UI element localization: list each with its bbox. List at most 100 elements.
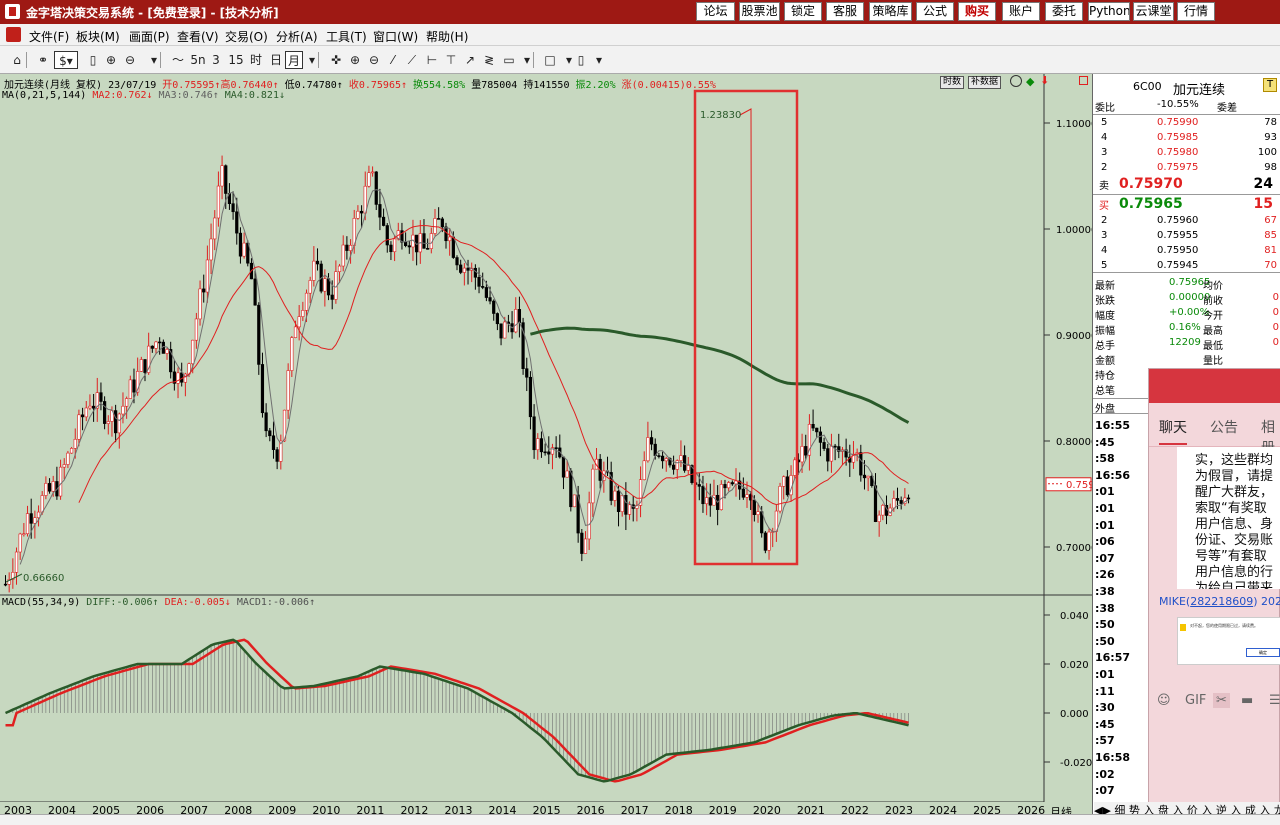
currency-icon[interactable]: $▾ bbox=[54, 51, 78, 69]
line-icon[interactable]: 〜 bbox=[169, 51, 187, 69]
tick-time: :07 bbox=[1095, 551, 1115, 565]
stat-label: 总笔 bbox=[1095, 386, 1115, 397]
macd-tick-label: 0.040 bbox=[1060, 611, 1089, 622]
chart-area[interactable]: 1.200001.100001.000000.900000.800000.700… bbox=[0, 74, 1092, 802]
magnify-minus-icon[interactable]: ⊖ bbox=[365, 51, 383, 69]
menu-item-0[interactable]: 文件(F) bbox=[29, 28, 69, 45]
tick-time: :50 bbox=[1095, 618, 1115, 632]
menu-item-4[interactable]: 交易(O) bbox=[225, 28, 268, 45]
stat-value-2: 0 bbox=[1272, 337, 1279, 348]
title-button-6[interactable]: 购买 bbox=[958, 2, 996, 21]
tick-time: 16:58 bbox=[1095, 751, 1131, 764]
title-button-8[interactable]: 委托 bbox=[1045, 2, 1083, 21]
title-button-2[interactable]: 锁定 bbox=[784, 2, 822, 21]
buy-volume: 15 bbox=[1253, 196, 1273, 212]
infobar-part: 涨(0.00415)0.55% bbox=[615, 80, 716, 91]
menu-item-3[interactable]: 查看(V) bbox=[177, 28, 219, 45]
scissors-icon[interactable]: ✂ bbox=[1213, 693, 1230, 708]
title-button-5[interactable]: 公式 bbox=[916, 2, 954, 21]
ask-price: 0.75980 bbox=[1157, 147, 1199, 158]
stat-label: 总手 bbox=[1095, 341, 1115, 352]
ask-volume: 93 bbox=[1264, 132, 1277, 143]
mainlegend-part: MA3:0.746↑ bbox=[152, 90, 219, 101]
menu-item-5[interactable]: 分析(A) bbox=[276, 28, 318, 45]
menu-item-8[interactable]: 帮助(H) bbox=[426, 28, 468, 45]
menu-item-1[interactable]: 板块(M) bbox=[76, 28, 120, 45]
tick-time: :38 bbox=[1095, 585, 1115, 598]
buy-row: 买 0.75965 15 bbox=[1093, 196, 1280, 214]
tab-notice[interactable]: 公告 bbox=[1210, 417, 1238, 437]
low-label: 0.66660 bbox=[23, 573, 64, 584]
link-icon[interactable]: ⚭ bbox=[34, 51, 52, 69]
magnify-plus-icon[interactable]: ⊕ bbox=[346, 51, 364, 69]
title-button-7[interactable]: 账户 bbox=[1002, 2, 1040, 21]
macdlegend-part: MACD1:-0.006↑ bbox=[230, 597, 316, 608]
chat-panel[interactable]: 聊天 公告 相册 实，这些群均为假冒，请提醒广大群友，索取“有奖取用户信息、身份… bbox=[1148, 368, 1280, 808]
waipan-label: 外盘 bbox=[1095, 404, 1115, 415]
bid-volume: 81 bbox=[1264, 245, 1277, 256]
ray-tool-icon[interactable]: ⟋ bbox=[403, 51, 421, 69]
sender-id-link[interactable]: 282218609 bbox=[1190, 595, 1253, 608]
hline-tool-icon[interactable]: ⊢ bbox=[423, 51, 441, 69]
target-icon[interactable] bbox=[1010, 75, 1022, 87]
zoom-in-icon[interactable]: ⊕ bbox=[102, 51, 120, 69]
ask-level: 3 bbox=[1101, 147, 1108, 158]
sender-name: MIKE( bbox=[1159, 595, 1191, 608]
month-icon[interactable]: 月 bbox=[285, 51, 303, 69]
folder-icon[interactable]: ▬ bbox=[1241, 693, 1253, 708]
channel-tool-icon[interactable]: ≷ bbox=[480, 51, 498, 69]
menu-icon[interactable]: ☰ bbox=[1269, 693, 1280, 708]
macd-tick-label: -0.020 bbox=[1060, 758, 1092, 769]
zoom-out-icon[interactable]: ⊖ bbox=[121, 51, 139, 69]
add-green-icon[interactable]: ◆ bbox=[1026, 75, 1034, 88]
title-button-10[interactable]: 云课堂 bbox=[1133, 2, 1174, 21]
vline-tool-icon[interactable]: ⊤ bbox=[442, 51, 460, 69]
3-icon[interactable]: 3 bbox=[207, 51, 225, 69]
day-icon[interactable]: 日 bbox=[267, 51, 285, 69]
hour-icon[interactable]: 时 bbox=[247, 51, 265, 69]
title-button-11[interactable]: 行情 bbox=[1177, 2, 1215, 21]
chat-image[interactable]: 对不起，您的使用期限已过，请续费。 确定 bbox=[1177, 617, 1280, 665]
menu-item-2[interactable]: 画面(P) bbox=[129, 28, 170, 45]
5min-icon[interactable]: 5n bbox=[189, 51, 207, 69]
tick-time: :07 bbox=[1095, 784, 1115, 798]
title-button-4[interactable]: 策略库 bbox=[869, 2, 912, 21]
chat-header[interactable] bbox=[1149, 369, 1280, 403]
emoji-icon[interactable]: ☺ bbox=[1157, 693, 1171, 708]
home-icon[interactable]: ⌂ bbox=[8, 51, 26, 69]
menu-item-7[interactable]: 窗口(W) bbox=[373, 28, 418, 45]
title-button-1[interactable]: 股票池 bbox=[739, 2, 780, 21]
menu-item-6[interactable]: 工具(T) bbox=[326, 28, 367, 45]
ask-row: 2 0.75975 98 bbox=[1093, 161, 1280, 176]
15-icon[interactable]: 15 bbox=[227, 51, 245, 69]
title-button-9[interactable]: Python bbox=[1088, 2, 1130, 21]
arrow-tool-icon[interactable]: ↗ bbox=[461, 51, 479, 69]
text-tool-icon[interactable]: ▭ bbox=[500, 51, 518, 69]
arrow-down-red-icon[interactable]: ⬇ bbox=[1040, 74, 1049, 87]
line-tool-icon[interactable]: ⁄ bbox=[384, 51, 402, 69]
macd-legend: MACD(55,34,9) DIFF:-0.006↑ DEA:-0.005↓ M… bbox=[2, 597, 315, 608]
gif-icon[interactable]: GIF bbox=[1185, 693, 1206, 708]
tick-time: 16:57 bbox=[1095, 651, 1131, 665]
rect-tool-icon[interactable]: □ bbox=[541, 51, 559, 69]
chat-image-text: 对不起，您的使用期限已过，请续费。 bbox=[1190, 623, 1258, 628]
document-icon[interactable] bbox=[6, 27, 21, 42]
trash-icon[interactable]: ▯ bbox=[572, 51, 590, 69]
bar-icon[interactable]: ▯ bbox=[84, 51, 102, 69]
title-button-3[interactable]: 客服 bbox=[826, 2, 864, 21]
stat-row: 金额 量比 bbox=[1093, 351, 1280, 367]
restore-icon[interactable] bbox=[1079, 76, 1088, 85]
buy-label: 买 bbox=[1099, 201, 1109, 212]
chart-mini-button-1[interactable]: 补数据 bbox=[968, 76, 1002, 89]
stat-label: 金额 bbox=[1095, 356, 1115, 367]
bid-price: 0.75950 bbox=[1157, 245, 1199, 256]
cursor-icon[interactable]: ✜ bbox=[327, 51, 345, 69]
favorite-icon[interactable]: T bbox=[1263, 78, 1277, 92]
tab-chat[interactable]: 聊天 bbox=[1159, 417, 1187, 445]
quote-header: 6C00 加元连续 T bbox=[1093, 76, 1280, 98]
title-button-0[interactable]: 论坛 bbox=[696, 2, 735, 21]
chart-mini-button-0[interactable]: 时数 bbox=[940, 76, 965, 89]
trash-dropdown-icon[interactable]: ▾ bbox=[590, 51, 608, 69]
infobar-part: 振2.20% bbox=[575, 80, 616, 91]
bid-row: 3 0.75955 85 bbox=[1093, 229, 1280, 244]
